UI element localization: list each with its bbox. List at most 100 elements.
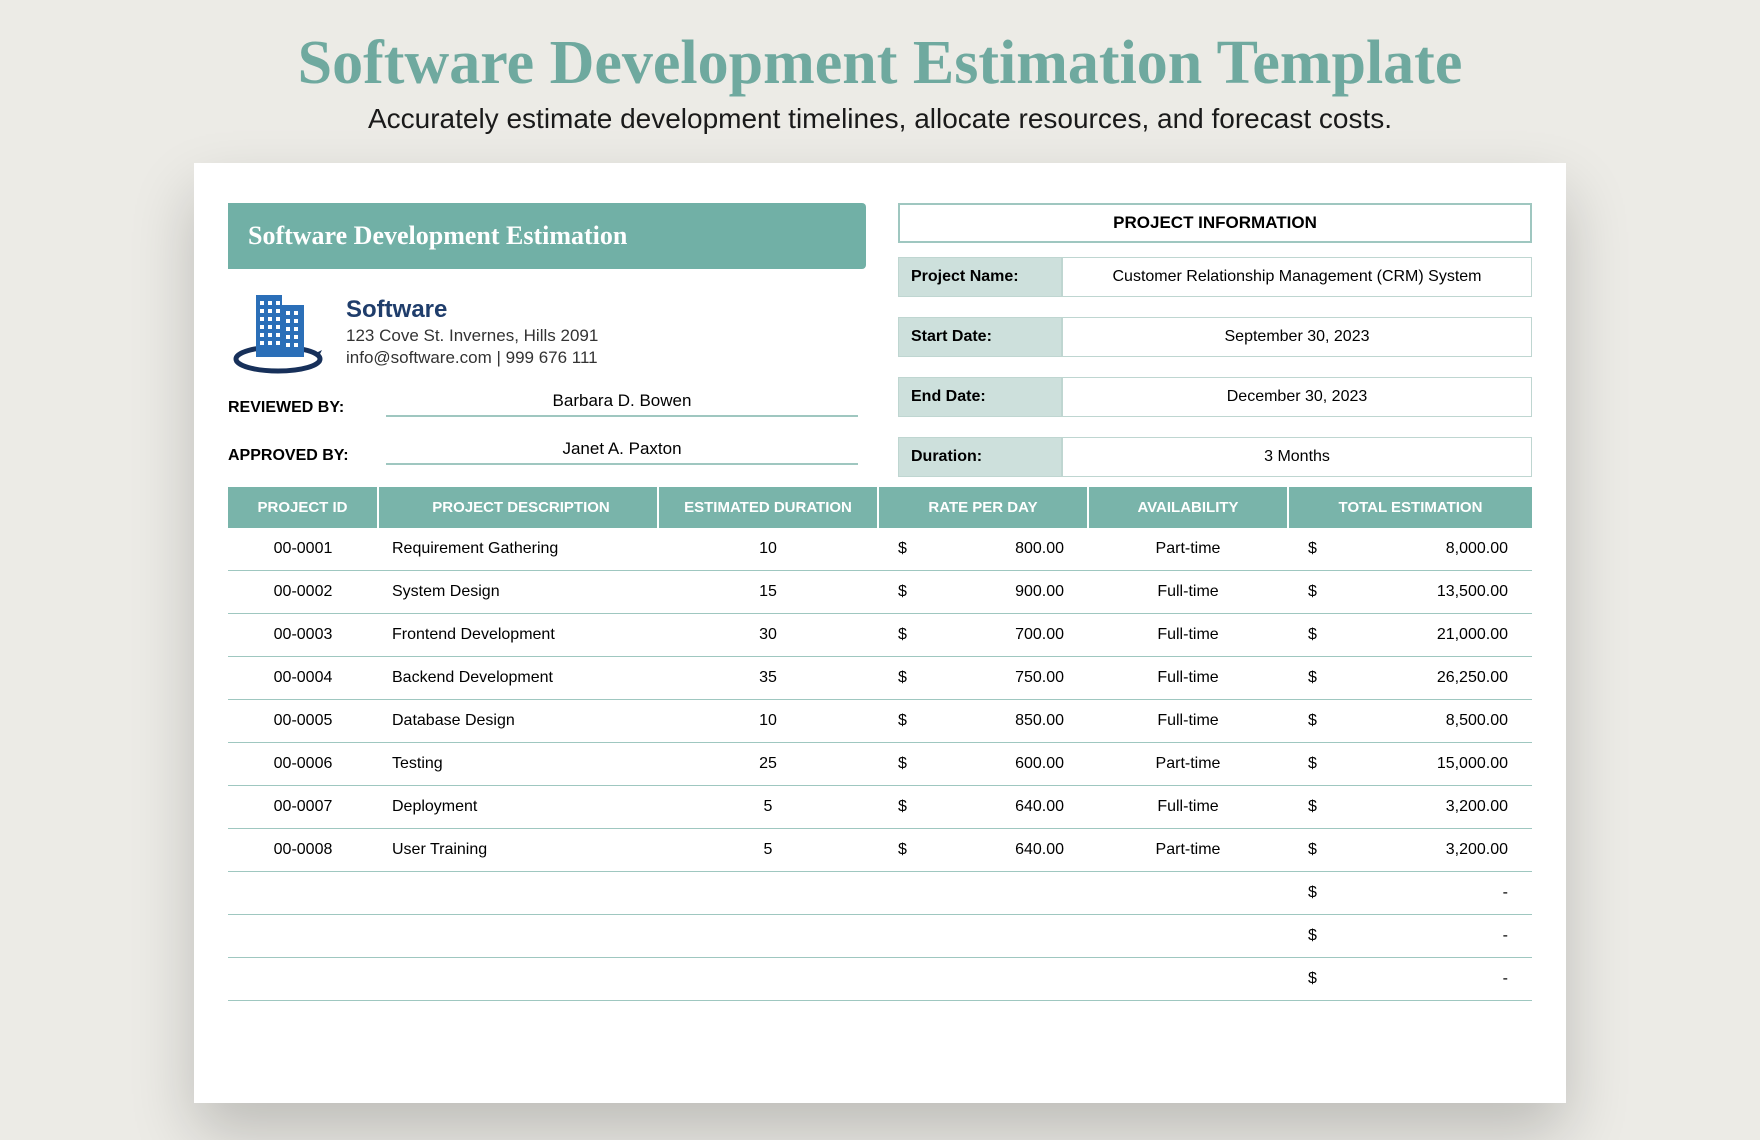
col-project-id: PROJECT ID: [228, 487, 378, 528]
table-row: 00-0007Deployment5$640.00Full-time$3,200…: [228, 786, 1532, 829]
project-info-block: PROJECT INFORMATION Project Name: Custom…: [898, 203, 1532, 477]
cell-dur: 35: [658, 657, 878, 700]
money-value: 640.00: [1015, 798, 1064, 816]
cell-dur: [658, 958, 878, 1001]
project-info-header: PROJECT INFORMATION: [898, 203, 1532, 243]
money-value: -: [1503, 884, 1508, 902]
cell-avail: Part-time: [1088, 829, 1288, 872]
cell-avail: Part-time: [1088, 743, 1288, 786]
currency-symbol: $: [1308, 970, 1317, 988]
cell-rate: $850.00: [878, 700, 1088, 743]
cell-rate: $800.00: [878, 528, 1088, 571]
cell-total: $3,200.00: [1288, 786, 1532, 829]
money-value: 15,000.00: [1437, 755, 1508, 773]
cell-total: $3,200.00: [1288, 829, 1532, 872]
cell-total: $-: [1288, 872, 1532, 915]
cell-id: 00-0007: [228, 786, 378, 829]
cell-desc: Testing: [378, 743, 658, 786]
approved-by-value: Janet A. Paxton: [386, 439, 858, 465]
table-row: 00-0005Database Design10$850.00Full-time…: [228, 700, 1532, 743]
col-duration: ESTIMATED DURATION: [658, 487, 878, 528]
estimation-table: PROJECT ID PROJECT DESCRIPTION ESTIMATED…: [228, 487, 1532, 1001]
table-row: 00-0006Testing25$600.00Part-time$15,000.…: [228, 743, 1532, 786]
cell-avail: Full-time: [1088, 786, 1288, 829]
company-name: Software: [346, 296, 598, 324]
title-bar: Software Development Estimation: [228, 203, 858, 269]
cell-id: [228, 872, 378, 915]
cell-total: $21,000.00: [1288, 614, 1532, 657]
page-title: Software Development Estimation Template: [0, 0, 1760, 99]
page-subtitle: Accurately estimate development timeline…: [0, 103, 1760, 135]
col-availability: AVAILABILITY: [1088, 487, 1288, 528]
table-row: $-: [228, 872, 1532, 915]
cell-dur: 10: [658, 700, 878, 743]
cell-id: 00-0008: [228, 829, 378, 872]
cell-dur: 15: [658, 571, 878, 614]
table-row: 00-0008User Training5$640.00Part-time$3,…: [228, 829, 1532, 872]
money-value: 700.00: [1015, 626, 1064, 644]
currency-symbol: $: [1308, 669, 1317, 687]
cell-desc: Frontend Development: [378, 614, 658, 657]
currency-symbol: $: [898, 712, 907, 730]
currency-symbol: $: [898, 583, 907, 601]
cell-rate: [878, 872, 1088, 915]
end-date-value: December 30, 2023: [1062, 377, 1532, 417]
cell-desc: User Training: [378, 829, 658, 872]
cell-dur: [658, 915, 878, 958]
col-rate: RATE PER DAY: [878, 487, 1088, 528]
company-logo-icon: [228, 287, 328, 377]
cell-rate: $900.00: [878, 571, 1088, 614]
currency-symbol: $: [1308, 540, 1317, 558]
money-value: 800.00: [1015, 540, 1064, 558]
start-date-value: September 30, 2023: [1062, 317, 1532, 357]
cell-id: 00-0004: [228, 657, 378, 700]
money-value: -: [1503, 927, 1508, 945]
table-row: $-: [228, 958, 1532, 1001]
cell-rate: $640.00: [878, 786, 1088, 829]
currency-symbol: $: [1308, 927, 1317, 945]
left-block: Software Development Estimation: [228, 203, 858, 477]
table-row: $-: [228, 915, 1532, 958]
currency-symbol: $: [1308, 712, 1317, 730]
money-value: 26,250.00: [1437, 669, 1508, 687]
project-name-label: Project Name:: [898, 257, 1062, 297]
money-value: 750.00: [1015, 669, 1064, 687]
money-value: 13,500.00: [1437, 583, 1508, 601]
start-date-label: Start Date:: [898, 317, 1062, 357]
cell-total: $13,500.00: [1288, 571, 1532, 614]
cell-desc: System Design: [378, 571, 658, 614]
cell-id: [228, 958, 378, 1001]
cell-avail: Full-time: [1088, 657, 1288, 700]
cell-dur: 5: [658, 829, 878, 872]
cell-avail: Full-time: [1088, 571, 1288, 614]
duration-label: Duration:: [898, 437, 1062, 477]
document-sheet: Software Development Estimation: [194, 163, 1566, 1103]
table-row: 00-0002System Design15$900.00Full-time$1…: [228, 571, 1532, 614]
cell-total: $-: [1288, 915, 1532, 958]
currency-symbol: $: [898, 540, 907, 558]
duration-value: 3 Months: [1062, 437, 1532, 477]
cell-avail: Part-time: [1088, 528, 1288, 571]
currency-symbol: $: [1308, 626, 1317, 644]
reviewed-by-label: REVIEWED BY:: [228, 399, 366, 417]
currency-symbol: $: [1308, 583, 1317, 601]
cell-rate: $750.00: [878, 657, 1088, 700]
cell-avail: [1088, 958, 1288, 1001]
cell-dur: 10: [658, 528, 878, 571]
cell-id: 00-0003: [228, 614, 378, 657]
currency-symbol: $: [1308, 798, 1317, 816]
cell-avail: Full-time: [1088, 614, 1288, 657]
currency-symbol: $: [1308, 841, 1317, 859]
cell-id: 00-0002: [228, 571, 378, 614]
cell-avail: [1088, 915, 1288, 958]
cell-dur: 5: [658, 786, 878, 829]
cell-id: 00-0001: [228, 528, 378, 571]
cell-avail: Full-time: [1088, 700, 1288, 743]
cell-desc: Database Design: [378, 700, 658, 743]
money-value: 600.00: [1015, 755, 1064, 773]
reviewed-by-value: Barbara D. Bowen: [386, 391, 858, 417]
cell-avail: [1088, 872, 1288, 915]
cell-desc: Backend Development: [378, 657, 658, 700]
currency-symbol: $: [1308, 884, 1317, 902]
cell-dur: 30: [658, 614, 878, 657]
